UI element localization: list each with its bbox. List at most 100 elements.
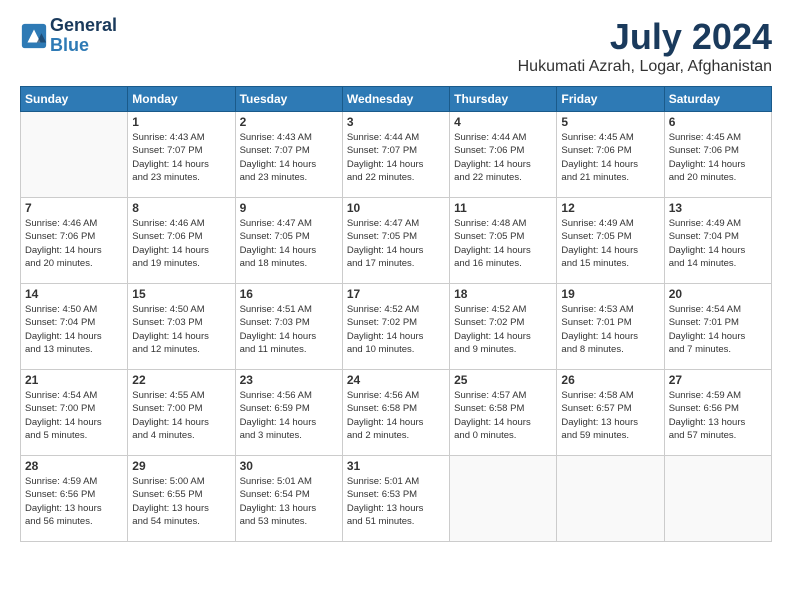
day-number: 29: [132, 459, 230, 473]
day-info: Sunrise: 4:45 AMSunset: 7:06 PMDaylight:…: [561, 131, 659, 184]
day-number: 8: [132, 201, 230, 215]
day-info: Sunrise: 4:59 AMSunset: 6:56 PMDaylight:…: [669, 389, 767, 442]
day-info: Sunrise: 4:56 AMSunset: 6:58 PMDaylight:…: [347, 389, 445, 442]
day-number: 27: [669, 373, 767, 387]
calendar-cell: 7Sunrise: 4:46 AMSunset: 7:06 PMDaylight…: [21, 198, 128, 284]
day-number: 24: [347, 373, 445, 387]
day-number: 12: [561, 201, 659, 215]
day-number: 15: [132, 287, 230, 301]
calendar-cell: 13 Sunrise: 4:49 AMSunset: 7:04 PMDayligh…: [664, 198, 771, 284]
day-number: 14: [25, 287, 123, 301]
day-number: 11: [454, 201, 552, 215]
day-number: 31: [347, 459, 445, 473]
day-info: Sunrise: 4:58 AMSunset: 6:57 PMDaylight:…: [561, 389, 659, 442]
calendar-cell: 22Sunrise: 4:55 AMSunset: 7:00 PMDayligh…: [128, 370, 235, 456]
day-info: Sunrise: 4:48 AMSunset: 7:05 PMDaylight:…: [454, 217, 552, 270]
day-number: 6: [669, 115, 767, 129]
day-info: Sunrise: 4:50 AMSunset: 7:03 PMDaylight:…: [132, 303, 230, 356]
day-number: 3: [347, 115, 445, 129]
day-info: Sunrise: 4:44 AMSunset: 7:07 PMDaylight:…: [347, 131, 445, 184]
calendar-cell: 23 Sunrise: 4:56 AMSunset: 6:59 PMDayligh…: [235, 370, 342, 456]
calendar-cell: [21, 112, 128, 198]
day-info: Sunrise: 4:47 AMSunset: 7:05 PMDaylight:…: [347, 217, 445, 270]
day-number: 1: [132, 115, 230, 129]
day-number: 4: [454, 115, 552, 129]
day-info: Sunrise: 4:54 AMSunset: 7:00 PMDaylight:…: [25, 389, 123, 442]
logo-icon: [20, 22, 48, 50]
day-number: 5: [561, 115, 659, 129]
calendar-cell: 3 Sunrise: 4:44 AMSunset: 7:07 PMDaylight…: [342, 112, 449, 198]
calendar-cell: 20 Sunrise: 4:54 AMSunset: 7:01 PMDayligh…: [664, 284, 771, 370]
calendar-table: SundayMondayTuesdayWednesdayThursdayFrid…: [20, 86, 772, 542]
calendar-cell: 12 Sunrise: 4:49 AMSunset: 7:05 PMDayligh…: [557, 198, 664, 284]
day-number: 25: [454, 373, 552, 387]
calendar-cell: 8 Sunrise: 4:46 AMSunset: 7:06 PMDaylight…: [128, 198, 235, 284]
calendar-cell: 24 Sunrise: 4:56 AMSunset: 6:58 PMDayligh…: [342, 370, 449, 456]
day-number: 26: [561, 373, 659, 387]
day-info: Sunrise: 4:47 AMSunset: 7:05 PMDaylight:…: [240, 217, 338, 270]
day-info: Sunrise: 5:01 AMSunset: 6:53 PMDaylight:…: [347, 475, 445, 528]
calendar-cell: 27 Sunrise: 4:59 AMSunset: 6:56 PMDayligh…: [664, 370, 771, 456]
calendar-cell: 26 Sunrise: 4:58 AMSunset: 6:57 PMDayligh…: [557, 370, 664, 456]
calendar-cell: 25 Sunrise: 4:57 AMSunset: 6:58 PMDayligh…: [450, 370, 557, 456]
day-number: 21: [25, 373, 123, 387]
day-info: Sunrise: 4:43 AMSunset: 7:07 PMDaylight:…: [132, 131, 230, 184]
day-number: 2: [240, 115, 338, 129]
page-header: General Blue July 2024 Hukumati Azrah, L…: [20, 16, 772, 76]
day-info: Sunrise: 4:46 AMSunset: 7:06 PMDaylight:…: [25, 217, 123, 270]
day-info: Sunrise: 4:49 AMSunset: 7:05 PMDaylight:…: [561, 217, 659, 270]
calendar-cell: 19 Sunrise: 4:53 AMSunset: 7:01 PMDayligh…: [557, 284, 664, 370]
title-section: July 2024 Hukumati Azrah, Logar, Afghani…: [518, 16, 772, 76]
weekday-header: Monday: [128, 87, 235, 112]
day-info: Sunrise: 4:50 AMSunset: 7:04 PMDaylight:…: [25, 303, 123, 356]
day-info: Sunrise: 4:57 AMSunset: 6:58 PMDaylight:…: [454, 389, 552, 442]
day-info: Sunrise: 4:52 AMSunset: 7:02 PMDaylight:…: [347, 303, 445, 356]
day-info: Sunrise: 4:53 AMSunset: 7:01 PMDaylight:…: [561, 303, 659, 356]
day-info: Sunrise: 4:49 AMSunset: 7:04 PMDaylight:…: [669, 217, 767, 270]
day-number: 10: [347, 201, 445, 215]
day-info: Sunrise: 4:51 AMSunset: 7:03 PMDaylight:…: [240, 303, 338, 356]
day-info: Sunrise: 4:55 AMSunset: 7:00 PMDaylight:…: [132, 389, 230, 442]
day-info: Sunrise: 4:56 AMSunset: 6:59 PMDaylight:…: [240, 389, 338, 442]
calendar-cell: 17 Sunrise: 4:52 AMSunset: 7:02 PMDayligh…: [342, 284, 449, 370]
weekday-header: Wednesday: [342, 87, 449, 112]
calendar-cell: 5 Sunrise: 4:45 AMSunset: 7:06 PMDaylight…: [557, 112, 664, 198]
day-number: 30: [240, 459, 338, 473]
calendar-cell: 1 Sunrise: 4:43 AMSunset: 7:07 PMDaylight…: [128, 112, 235, 198]
calendar-cell: 2Sunrise: 4:43 AMSunset: 7:07 PMDaylight…: [235, 112, 342, 198]
calendar-cell: 4Sunrise: 4:44 AMSunset: 7:06 PMDaylight…: [450, 112, 557, 198]
calendar-cell: [557, 456, 664, 542]
weekday-header: Saturday: [664, 87, 771, 112]
day-info: Sunrise: 4:59 AMSunset: 6:56 PMDaylight:…: [25, 475, 123, 528]
day-number: 19: [561, 287, 659, 301]
day-info: Sunrise: 4:46 AMSunset: 7:06 PMDaylight:…: [132, 217, 230, 270]
calendar-cell: 30Sunrise: 5:01 AMSunset: 6:54 PMDayligh…: [235, 456, 342, 542]
day-number: 16: [240, 287, 338, 301]
weekday-header: Tuesday: [235, 87, 342, 112]
day-number: 28: [25, 459, 123, 473]
calendar-cell: 21 Sunrise: 4:54 AMSunset: 7:00 PMDayligh…: [21, 370, 128, 456]
day-info: Sunrise: 5:00 AMSunset: 6:55 PMDaylight:…: [132, 475, 230, 528]
calendar-cell: 18Sunrise: 4:52 AMSunset: 7:02 PMDayligh…: [450, 284, 557, 370]
calendar-cell: 15 Sunrise: 4:50 AMSunset: 7:03 PMDayligh…: [128, 284, 235, 370]
day-number: 9: [240, 201, 338, 215]
calendar-cell: 29 Sunrise: 5:00 AMSunset: 6:55 PMDayligh…: [128, 456, 235, 542]
day-number: 13: [669, 201, 767, 215]
logo: General Blue: [20, 16, 117, 56]
calendar-cell: 14 Sunrise: 4:50 AMSunset: 7:04 PMDayligh…: [21, 284, 128, 370]
logo-line1: General: [50, 16, 117, 36]
day-number: 17: [347, 287, 445, 301]
month-title: July 2024: [518, 16, 772, 58]
day-number: 23: [240, 373, 338, 387]
day-info: Sunrise: 4:54 AMSunset: 7:01 PMDaylight:…: [669, 303, 767, 356]
calendar-cell: [664, 456, 771, 542]
weekday-header: Friday: [557, 87, 664, 112]
calendar-cell: 10 Sunrise: 4:47 AMSunset: 7:05 PMDayligh…: [342, 198, 449, 284]
calendar-cell: 9 Sunrise: 4:47 AMSunset: 7:05 PMDaylight…: [235, 198, 342, 284]
calendar-cell: 31 Sunrise: 5:01 AMSunset: 6:53 PMDayligh…: [342, 456, 449, 542]
location-title: Hukumati Azrah, Logar, Afghanistan: [518, 58, 772, 76]
calendar-cell: 16 Sunrise: 4:51 AMSunset: 7:03 PMDayligh…: [235, 284, 342, 370]
day-info: Sunrise: 4:45 AMSunset: 7:06 PMDaylight:…: [669, 131, 767, 184]
weekday-header: Thursday: [450, 87, 557, 112]
day-number: 20: [669, 287, 767, 301]
